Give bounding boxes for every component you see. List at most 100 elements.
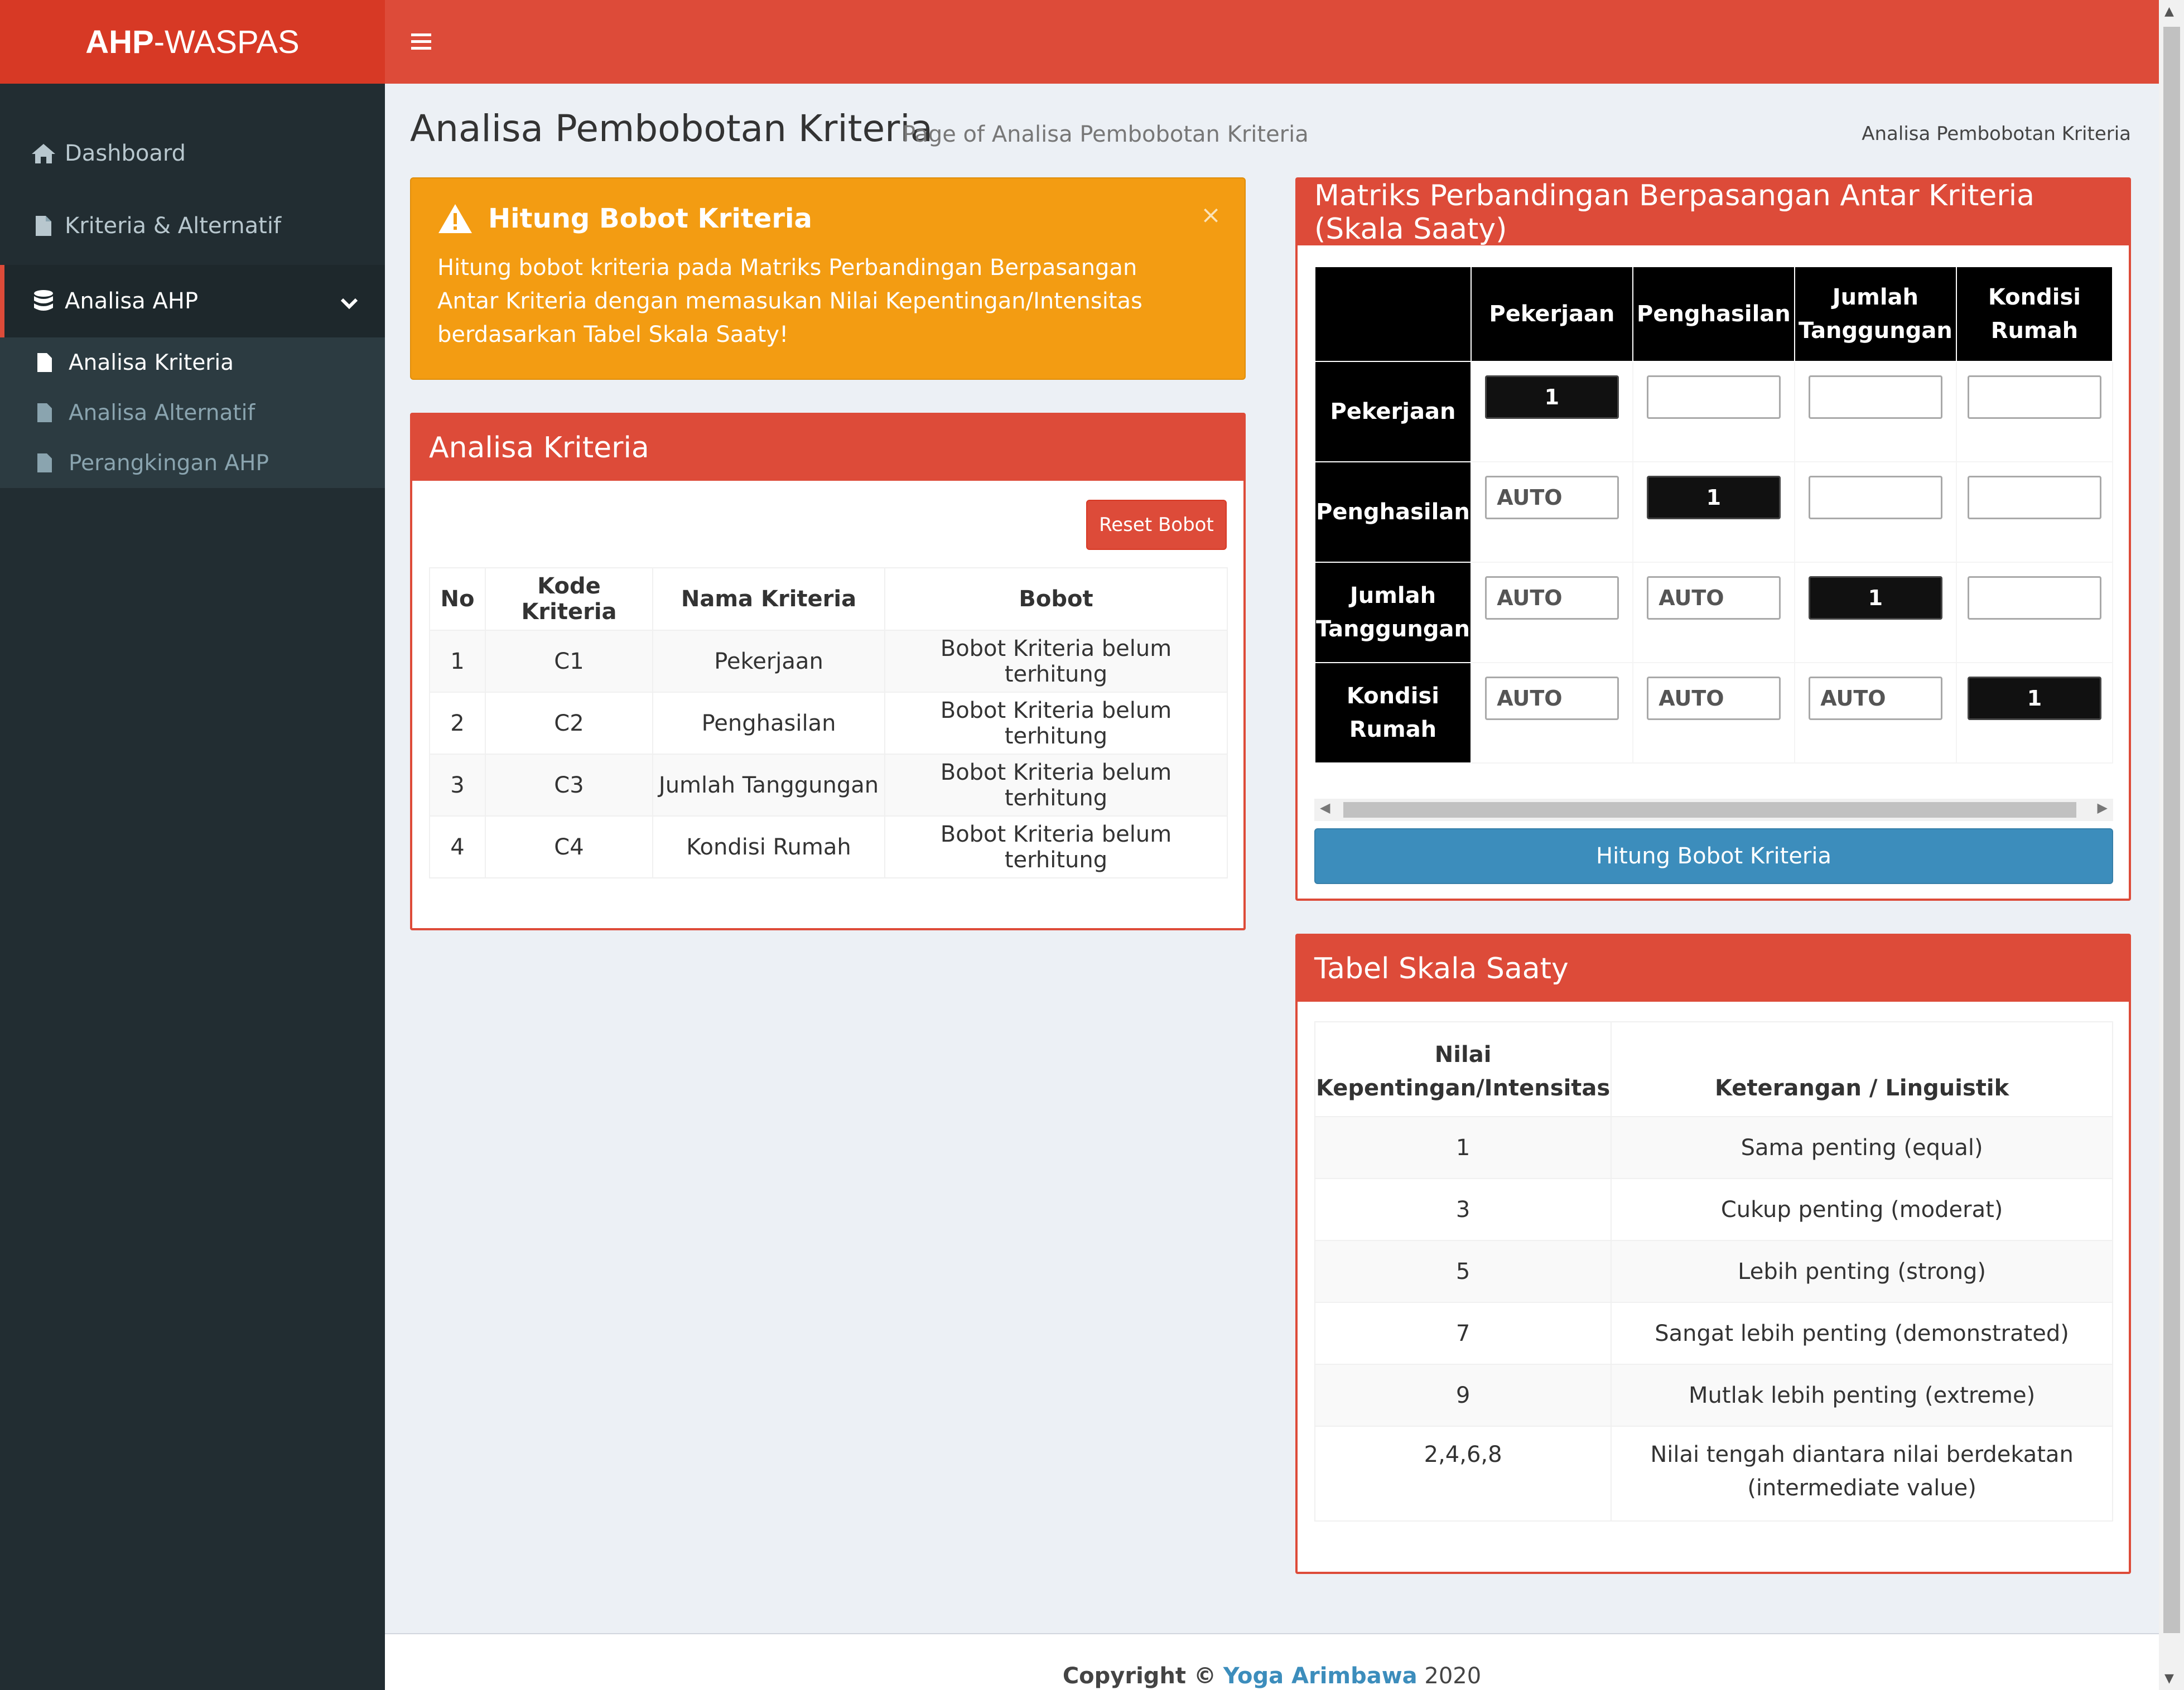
matrix-input[interactable] bbox=[1646, 375, 1781, 419]
submenu-item-label: Perangkingan AHP bbox=[69, 450, 269, 476]
matrix-input-auto: AUTO bbox=[1484, 476, 1619, 519]
column-header: Nama Kriteria bbox=[652, 567, 885, 631]
box-title: Analisa Kriteria bbox=[412, 415, 1243, 481]
cell-no: 2 bbox=[429, 692, 486, 755]
matrix-input-auto: AUTO bbox=[1484, 677, 1619, 720]
scrollbar-thumb[interactable] bbox=[2163, 27, 2180, 1633]
warning-alert: Hitung Bobot Kriteria × Hitung bobot kri… bbox=[410, 177, 1246, 380]
cell-keterangan: Sangat lebih penting (demonstrated) bbox=[1611, 1302, 2113, 1365]
cell-nilai: 1 bbox=[1314, 1116, 1612, 1179]
top-navbar: AHP -WASPAS bbox=[0, 0, 2184, 84]
footer-year: 2020 bbox=[1424, 1663, 1482, 1689]
matrix-input[interactable] bbox=[1808, 476, 1942, 519]
table-row: 5 Lebih penting (strong) bbox=[1314, 1240, 2113, 1303]
column-header: Keterangan / Linguistik bbox=[1611, 1021, 2113, 1117]
cell-no: 4 bbox=[429, 815, 486, 878]
table-row: 1 Sama penting (equal) bbox=[1314, 1116, 2113, 1179]
column-header: No bbox=[429, 567, 486, 631]
scroll-down-icon[interactable]: ▼ bbox=[2164, 1672, 2174, 1686]
table-row: 3 Cukup penting (moderat) bbox=[1314, 1178, 2113, 1241]
reset-bobot-button[interactable]: Reset Bobot bbox=[1086, 500, 1227, 550]
table-header-row: Nilai Kepentingan/Intensitas Keterangan … bbox=[1314, 1021, 2113, 1117]
cell-keterangan: Cukup penting (moderat) bbox=[1611, 1178, 2113, 1241]
file-icon bbox=[31, 352, 59, 373]
box-title: Tabel Skala Saaty bbox=[1298, 936, 2129, 1002]
matrix-input[interactable] bbox=[1967, 476, 2101, 519]
row-header: Jumlah Tanggungan bbox=[1314, 562, 1472, 663]
matrix-input-auto: AUTO bbox=[1484, 576, 1619, 620]
sidebar-item-analisa-ahp[interactable]: Analisa AHP bbox=[0, 265, 385, 337]
submenu-item-analisa-alternatif[interactable]: Analisa Alternatif bbox=[0, 388, 385, 438]
footer-author-link[interactable]: Yoga Arimbawa bbox=[1223, 1663, 1418, 1689]
saaty-scale-table: Nilai Kepentingan/Intensitas Keterangan … bbox=[1314, 1021, 2113, 1522]
chevron-down-icon[interactable] bbox=[340, 289, 358, 315]
close-icon[interactable]: × bbox=[1201, 201, 1221, 229]
column-header: Bobot bbox=[884, 567, 1228, 631]
sidebar-item-label: Dashboard bbox=[65, 141, 186, 166]
column-header: Kondisi Rumah bbox=[1955, 266, 2114, 362]
app-logo[interactable]: AHP -WASPAS bbox=[0, 0, 385, 84]
hitung-bobot-button[interactable]: Hitung Bobot Kriteria bbox=[1314, 828, 2113, 884]
box-title: Matriks Perbandingan Berpasangan Antar K… bbox=[1298, 179, 2129, 246]
scroll-right-icon[interactable]: ▶ bbox=[2098, 800, 2108, 815]
scrollbar-thumb[interactable] bbox=[1343, 802, 2076, 818]
column-header: Jumlah Tanggungan bbox=[1794, 266, 1957, 362]
home-icon bbox=[27, 142, 60, 165]
table-row: 1 C1 Pekerjaan Bobot Kriteria belum terh… bbox=[429, 630, 1228, 693]
scroll-up-icon[interactable]: ▲ bbox=[2164, 4, 2174, 18]
alert-title: Hitung Bobot Kriteria bbox=[488, 203, 812, 234]
matrix-input[interactable] bbox=[1808, 375, 1942, 419]
cell-nama: Jumlah Tanggungan bbox=[652, 754, 885, 817]
breadcrumb[interactable]: Analisa Pembobotan Kriteria bbox=[1862, 123, 2131, 145]
page-title: Analisa Pembobotan Kriteria bbox=[410, 107, 933, 150]
cell-kode: C4 bbox=[485, 815, 653, 878]
logo-bold: AHP bbox=[85, 23, 154, 60]
page-scrollbar[interactable]: ▲ ▼ bbox=[2159, 0, 2184, 1690]
cell-nama: Penghasilan bbox=[652, 692, 885, 755]
file-icon bbox=[27, 215, 60, 237]
saaty-scale-box: Tabel Skala Saaty Nilai Kepentingan/Inte… bbox=[1295, 934, 2131, 1574]
submenu-item-analisa-kriteria[interactable]: Analisa Kriteria bbox=[0, 337, 385, 388]
cell-keterangan: Sama penting (equal) bbox=[1611, 1116, 2113, 1179]
row-header: Pekerjaan bbox=[1314, 361, 1472, 462]
page-subtitle: Page of Analisa Pembobotan Kriteria bbox=[902, 122, 1309, 147]
cell-keterangan: Lebih penting (strong) bbox=[1611, 1240, 2113, 1303]
table-row: 4 C4 Kondisi Rumah Bobot Kriteria belum … bbox=[429, 815, 1228, 878]
cell-kode: C2 bbox=[485, 692, 653, 755]
table-row: 3 C3 Jumlah Tanggungan Bobot Kriteria be… bbox=[429, 754, 1228, 817]
cell-bobot: Bobot Kriteria belum terhitung bbox=[884, 754, 1228, 817]
row-header: Penghasilan bbox=[1314, 461, 1472, 563]
kriteria-table: No Kode Kriteria Nama Kriteria Bobot 1 C… bbox=[429, 567, 1228, 878]
matrix-input[interactable] bbox=[1967, 375, 2101, 419]
sidebar-item-kriteria-alternatif[interactable]: Kriteria & Alternatif bbox=[0, 190, 385, 262]
cell-kode: C3 bbox=[485, 754, 653, 817]
file-icon bbox=[31, 402, 59, 423]
sidebar-item-label: Kriteria & Alternatif bbox=[65, 213, 282, 239]
warning-icon bbox=[437, 203, 473, 236]
column-header: Nilai Kepentingan/Intensitas bbox=[1314, 1021, 1612, 1117]
cell-keterangan: Nilai tengah diantara nilai berdekatan (… bbox=[1611, 1426, 2113, 1522]
horizontal-scrollbar[interactable]: ◀ ▶ bbox=[1314, 799, 2113, 821]
table-header-row: Pekerjaan Penghasilan Jumlah Tanggungan … bbox=[1314, 266, 2114, 362]
matrix-input-diagonal: 1 bbox=[1646, 476, 1781, 519]
sidebar-item-dashboard[interactable]: Dashboard bbox=[0, 117, 385, 190]
table-row: 7 Sangat lebih penting (demonstrated) bbox=[1314, 1302, 2113, 1365]
column-header: Penghasilan bbox=[1632, 266, 1795, 362]
footer: Copyright © Yoga Arimbawa 2020 bbox=[385, 1633, 2159, 1690]
table-header-row: No Kode Kriteria Nama Kriteria Bobot bbox=[429, 567, 1228, 631]
sidebar: Dashboard Kriteria & Alternatif Analisa … bbox=[0, 84, 385, 1690]
scroll-left-icon[interactable]: ◀ bbox=[1320, 800, 1330, 815]
matrix-input-diagonal: 1 bbox=[1484, 375, 1619, 419]
sidebar-toggle-icon[interactable] bbox=[399, 20, 443, 64]
submenu-item-label: Analisa Alternatif bbox=[69, 400, 255, 426]
table-row: 2,4,6,8 Nilai tengah diantara nilai berd… bbox=[1314, 1426, 2113, 1522]
cell-nilai: 9 bbox=[1314, 1364, 1612, 1427]
matrix-box: Matriks Perbandingan Berpasangan Antar K… bbox=[1295, 177, 2131, 901]
row-header: Kondisi Rumah bbox=[1314, 662, 1472, 764]
submenu-item-perangkingan-ahp[interactable]: Perangkingan AHP bbox=[0, 438, 385, 488]
cell-nilai: 2,4,6,8 bbox=[1314, 1426, 1612, 1522]
matrix-row: Penghasilan AUTO 1 bbox=[1314, 461, 2114, 563]
cell-kode: C1 bbox=[485, 630, 653, 693]
footer-copyright: Copyright © bbox=[1062, 1663, 1216, 1689]
matrix-input[interactable] bbox=[1967, 576, 2101, 620]
